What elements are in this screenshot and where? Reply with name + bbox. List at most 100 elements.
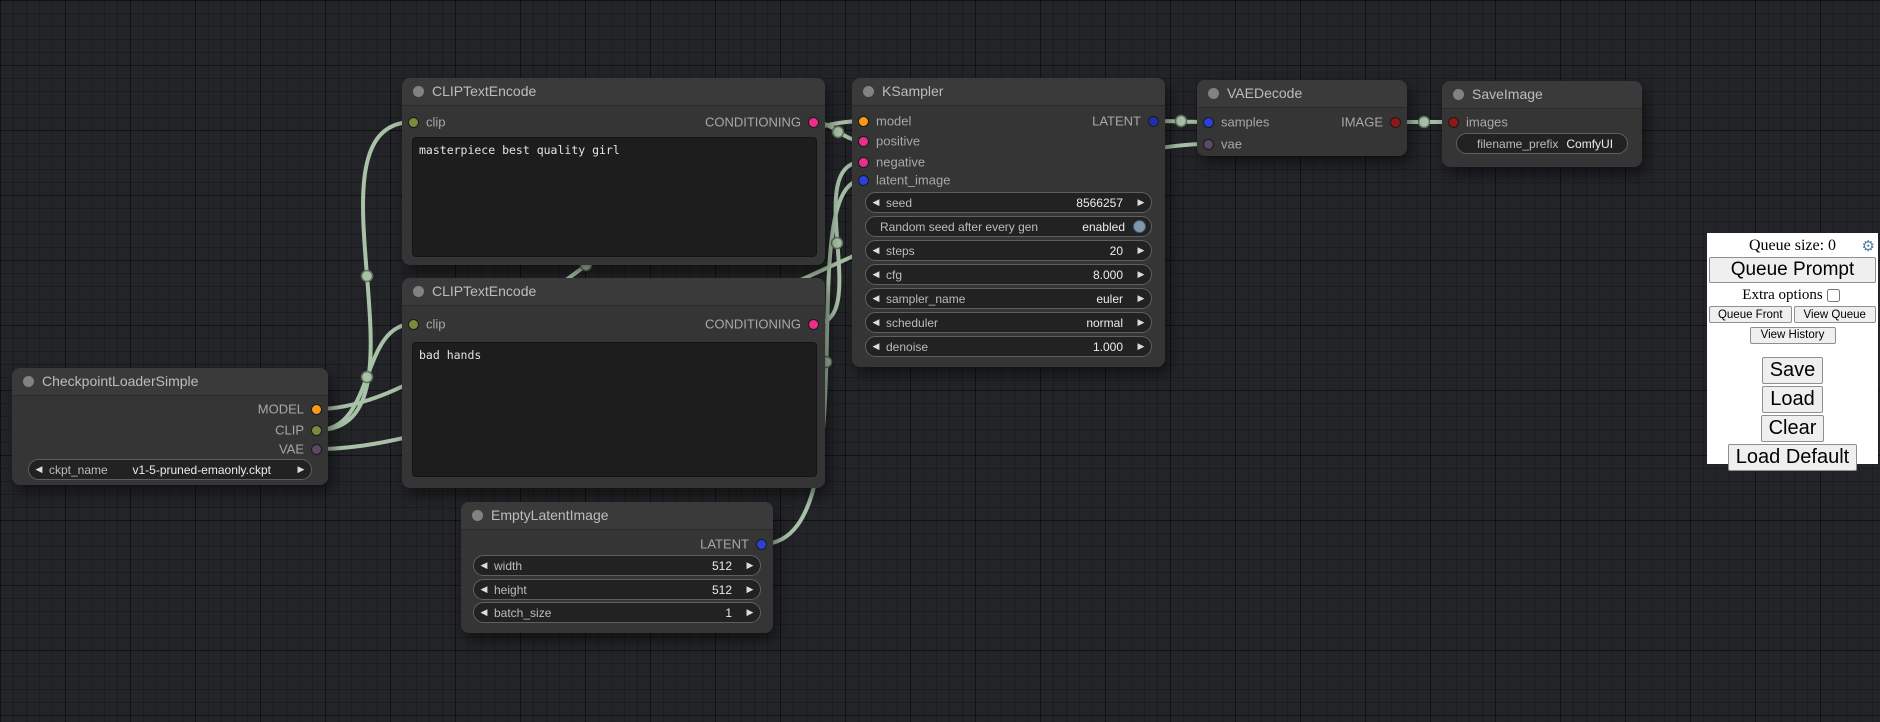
output-slot-conditioning: CONDITIONING <box>705 314 819 334</box>
model-input-dot[interactable] <box>858 116 869 127</box>
link-midpoint-dot <box>833 127 844 138</box>
filename-prefix-widget[interactable]: filename_prefix ComfyUI <box>1456 133 1628 154</box>
ckpt-name-widget[interactable]: ◀ ckpt_name v1-5-pruned-emaonly.ckpt ▶ <box>28 459 312 480</box>
clip-output-dot[interactable] <box>311 425 322 436</box>
node-ksampler[interactable]: KSampler model positive negative latent_… <box>852 78 1165 367</box>
denoise-widget[interactable]: ◀ denoise 1.000 ▶ <box>865 336 1152 357</box>
node-header[interactable]: CLIPTextEncode <box>402 78 825 106</box>
negative-input-dot[interactable] <box>858 157 869 168</box>
latent-output-dot[interactable] <box>756 539 767 550</box>
clip-input-dot[interactable] <box>408 319 419 330</box>
increment-arrow-icon[interactable]: ▶ <box>1131 245 1151 256</box>
steps-widget[interactable]: ◀ steps 20 ▶ <box>865 240 1152 261</box>
vae-output-dot[interactable] <box>311 444 322 455</box>
increment-arrow-icon[interactable]: ▶ <box>1131 317 1151 328</box>
workflow-buttons-stack: Save Load Clear Load Default <box>1707 357 1878 471</box>
decrement-arrow-icon[interactable]: ◀ <box>866 341 886 352</box>
load-default-button[interactable]: Load Default <box>1728 444 1857 471</box>
vae-input-dot[interactable] <box>1203 139 1214 150</box>
increment-arrow-icon[interactable]: ▶ <box>1131 197 1151 208</box>
cfg-widget[interactable]: ◀ cfg 8.000 ▶ <box>865 264 1152 285</box>
input-slot-latent-image: latent_image <box>858 170 950 190</box>
queue-size-row: Queue size: 0 ⚙ <box>1707 236 1878 255</box>
samples-input-dot[interactable] <box>1203 117 1214 128</box>
link-midpoint-dot <box>362 372 373 383</box>
clear-button[interactable]: Clear <box>1761 415 1825 442</box>
node-vae-decode[interactable]: VAEDecode samples vae IMAGE <box>1197 80 1407 156</box>
extra-options-checkbox[interactable] <box>1827 289 1840 302</box>
toggle-circle-icon[interactable] <box>1133 220 1146 233</box>
node-header[interactable]: VAEDecode <box>1197 80 1407 108</box>
save-button[interactable]: Save <box>1762 357 1824 384</box>
input-slot-images: images <box>1448 112 1508 132</box>
model-output-dot[interactable] <box>311 404 322 415</box>
queue-size-label: Queue size: 0 <box>1749 237 1836 254</box>
clip-input-dot[interactable] <box>408 117 419 128</box>
decrement-arrow-icon[interactable]: ◀ <box>474 560 494 571</box>
scheduler-widget[interactable]: ◀ scheduler normal ▶ <box>865 312 1152 333</box>
node-clip-text-encode-positive[interactable]: CLIPTextEncode clip CONDITIONING masterp… <box>402 78 825 265</box>
node-header[interactable]: KSampler <box>852 78 1165 106</box>
increment-arrow-icon[interactable]: ▶ <box>1131 293 1151 304</box>
increment-arrow-icon[interactable]: ▶ <box>291 464 311 475</box>
input-slot-clip: clip <box>408 112 446 132</box>
output-slot-model: MODEL <box>258 399 322 419</box>
increment-arrow-icon[interactable]: ▶ <box>740 584 760 595</box>
view-queue-button[interactable]: View Queue <box>1794 306 1877 323</box>
decrement-arrow-icon[interactable]: ◀ <box>866 197 886 208</box>
decrement-arrow-icon[interactable]: ◀ <box>474 584 494 595</box>
image-output-dot[interactable] <box>1390 117 1401 128</box>
queue-prompt-button[interactable]: Queue Prompt <box>1709 257 1876 283</box>
node-header[interactable]: SaveImage <box>1442 81 1642 109</box>
node-title: CheckpointLoaderSimple <box>42 368 198 395</box>
positive-prompt-textarea[interactable]: masterpiece best quality girl <box>412 137 817 257</box>
latent-image-input-dot[interactable] <box>858 175 869 186</box>
decrement-arrow-icon[interactable]: ◀ <box>29 464 49 475</box>
node-header[interactable]: EmptyLatentImage <box>461 502 773 530</box>
increment-arrow-icon[interactable]: ▶ <box>740 607 760 618</box>
node-empty-latent-image[interactable]: EmptyLatentImage LATENT ◀ width 512 ▶ ◀ … <box>461 502 773 633</box>
collapse-dot-icon[interactable] <box>472 510 483 521</box>
seed-widget[interactable]: ◀ seed 8566257 ▶ <box>865 192 1152 213</box>
node-title: CLIPTextEncode <box>432 78 536 105</box>
collapse-dot-icon[interactable] <box>23 376 34 387</box>
latent-output-dot[interactable] <box>1148 116 1159 127</box>
queue-front-button[interactable]: Queue Front <box>1709 306 1792 323</box>
images-input-dot[interactable] <box>1448 117 1459 128</box>
increment-arrow-icon[interactable]: ▶ <box>1131 269 1151 280</box>
load-button[interactable]: Load <box>1762 386 1823 413</box>
input-slot-positive: positive <box>858 131 920 151</box>
collapse-dot-icon[interactable] <box>413 286 424 297</box>
decrement-arrow-icon[interactable]: ◀ <box>474 607 494 618</box>
decrement-arrow-icon[interactable]: ◀ <box>866 293 886 304</box>
conditioning-output-dot[interactable] <box>808 117 819 128</box>
view-history-button[interactable]: View History <box>1750 327 1836 344</box>
negative-prompt-textarea[interactable]: bad hands <box>412 342 817 477</box>
decrement-arrow-icon[interactable]: ◀ <box>866 269 886 280</box>
decrement-arrow-icon[interactable]: ◀ <box>866 245 886 256</box>
collapse-dot-icon[interactable] <box>863 86 874 97</box>
increment-arrow-icon[interactable]: ▶ <box>1131 341 1151 352</box>
positive-input-dot[interactable] <box>858 136 869 147</box>
increment-arrow-icon[interactable]: ▶ <box>740 560 760 571</box>
link-midpoint-dot <box>1419 117 1430 128</box>
collapse-dot-icon[interactable] <box>1453 89 1464 100</box>
random-seed-toggle-widget[interactable]: Random seed after every gen enabled <box>865 216 1152 237</box>
decrement-arrow-icon[interactable]: ◀ <box>866 317 886 328</box>
height-widget[interactable]: ◀ height 512 ▶ <box>473 579 761 600</box>
collapse-dot-icon[interactable] <box>1208 88 1219 99</box>
width-widget[interactable]: ◀ width 512 ▶ <box>473 555 761 576</box>
gear-icon[interactable]: ⚙ <box>1862 237 1875 256</box>
input-slot-model: model <box>858 111 911 131</box>
node-checkpoint-loader[interactable]: CheckpointLoaderSimple MODEL CLIP VAE ◀ … <box>12 368 328 485</box>
node-save-image[interactable]: SaveImage images filename_prefix ComfyUI <box>1442 81 1642 167</box>
conditioning-output-dot[interactable] <box>808 319 819 330</box>
sampler-name-widget[interactable]: ◀ sampler_name euler ▶ <box>865 288 1152 309</box>
batch-size-widget[interactable]: ◀ batch_size 1 ▶ <box>473 602 761 623</box>
collapse-dot-icon[interactable] <box>413 86 424 97</box>
output-slot-vae: VAE <box>279 439 322 459</box>
node-header[interactable]: CheckpointLoaderSimple <box>12 368 328 396</box>
node-clip-text-encode-negative[interactable]: CLIPTextEncode clip CONDITIONING bad han… <box>402 278 825 488</box>
input-slot-clip: clip <box>408 314 446 334</box>
node-header[interactable]: CLIPTextEncode <box>402 278 825 306</box>
